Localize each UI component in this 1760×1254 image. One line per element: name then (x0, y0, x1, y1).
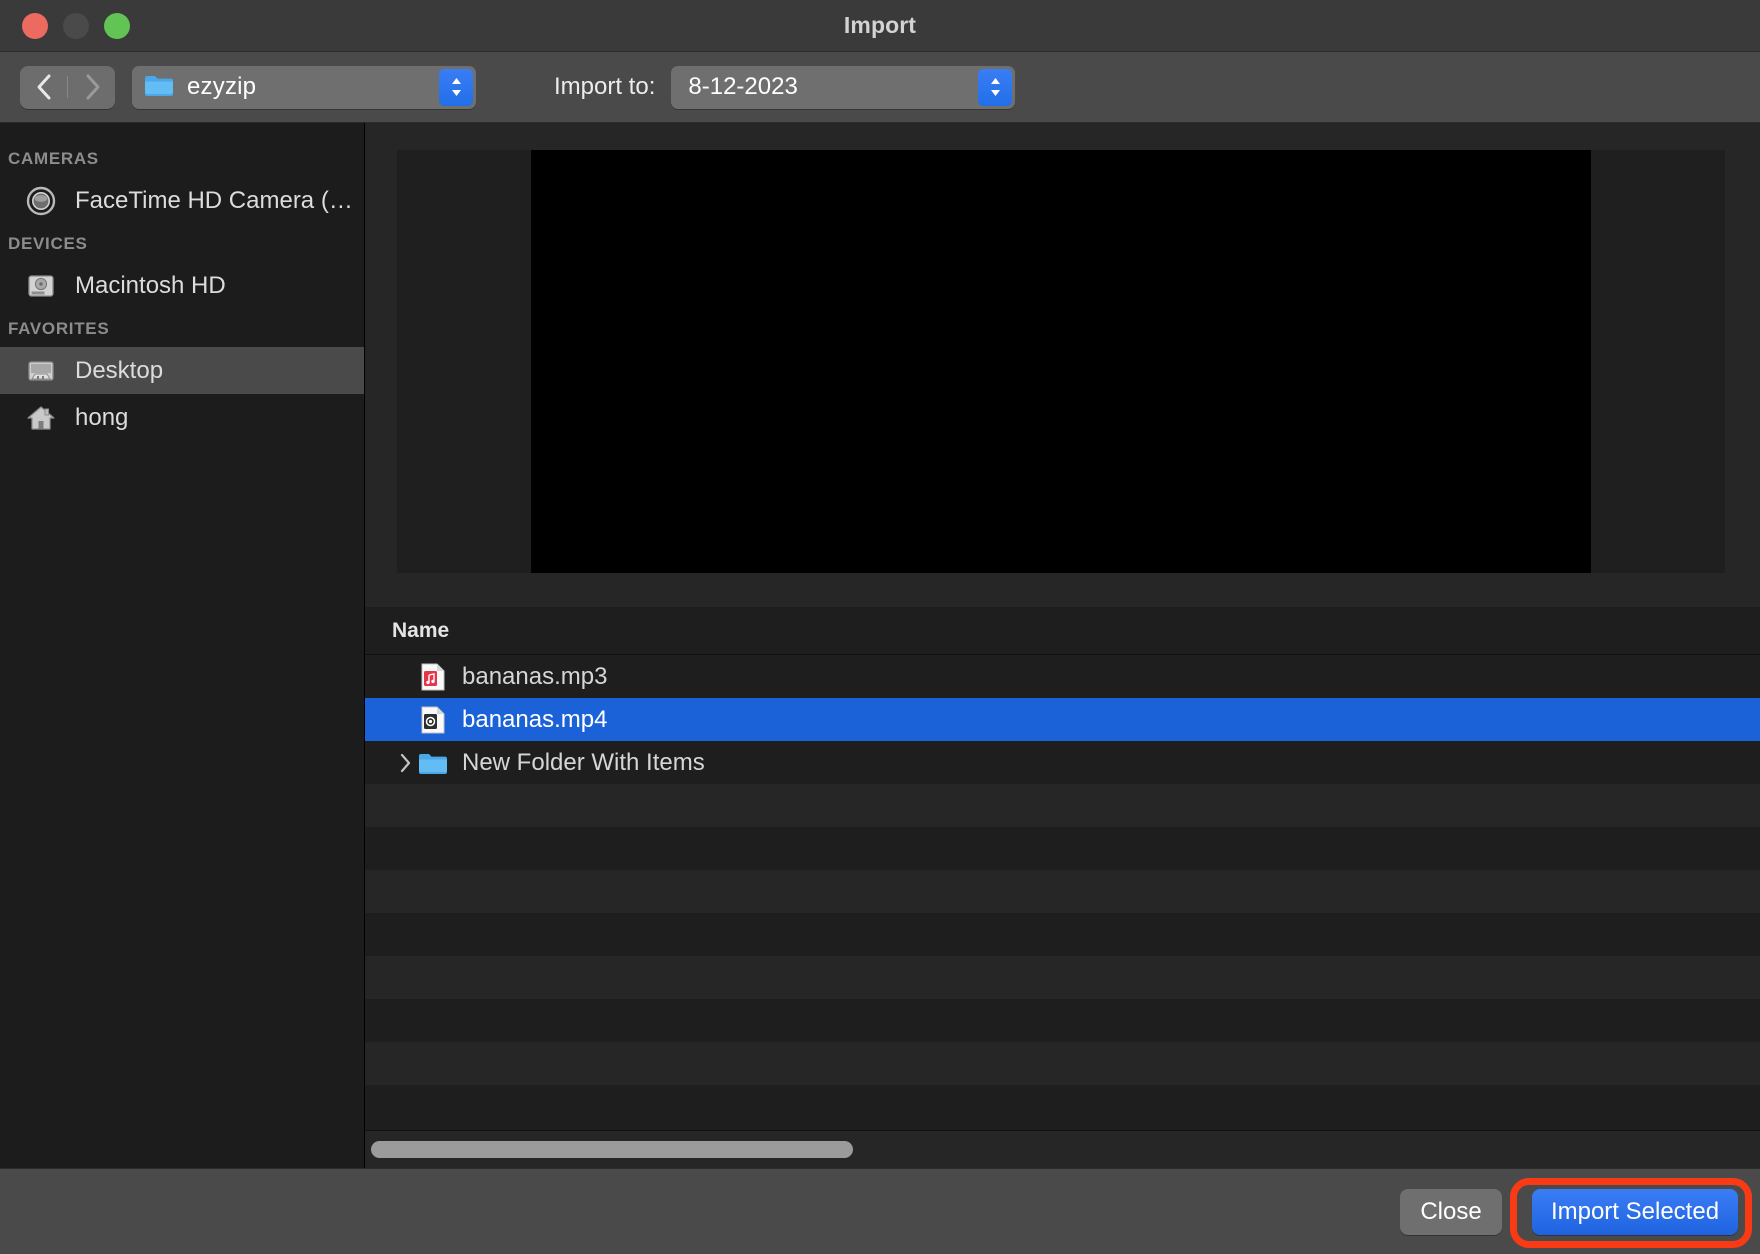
table-row[interactable]: bananas.mp4 (365, 698, 1760, 741)
zoom-window-button[interactable] (104, 13, 130, 39)
horizontal-scrollbar[interactable] (365, 1130, 1760, 1168)
import-destination-value: 8-12-2023 (688, 73, 797, 101)
horizontal-scrollbar-thumb[interactable] (371, 1141, 853, 1158)
import-dialog-window: Import ezyzip (0, 0, 1760, 1254)
hard-drive-icon (24, 271, 58, 301)
chevron-right-icon (398, 752, 412, 774)
navigation-segmented-control[interactable] (20, 66, 115, 109)
empty-row[interactable] (365, 1042, 1760, 1085)
file-name: bananas.mp3 (462, 663, 607, 691)
folder-icon (144, 73, 174, 102)
preview-letterbox (397, 150, 1725, 573)
close-button[interactable]: Close (1400, 1189, 1502, 1235)
toolbar: ezyzip Import to: 8-12-2023 (0, 52, 1760, 123)
desktop-icon (24, 356, 58, 386)
preview-list-spacer (365, 583, 1760, 607)
import-to-label: Import to: (554, 73, 655, 101)
table-row[interactable]: New Folder With Items (365, 741, 1760, 784)
sidebar-item-label: Desktop (75, 357, 163, 385)
folder-icon (418, 751, 448, 775)
video-file-icon (418, 705, 448, 735)
back-button[interactable] (20, 66, 67, 109)
sidebar-item-label: FaceTime HD Camera (Bu... (75, 187, 364, 215)
sidebar: CAMERAS FaceTime HD Camera (Bu... DEVICE… (0, 123, 365, 1168)
sidebar-item-facetime-camera[interactable]: FaceTime HD Camera (Bu... (0, 177, 364, 224)
video-preview-frame[interactable] (531, 150, 1591, 573)
audio-file-icon (418, 662, 448, 692)
main-panel: Name bananas.mp3 (365, 123, 1760, 1168)
sidebar-section-header-cameras: CAMERAS (0, 139, 364, 177)
sidebar-item-hong[interactable]: hong (0, 394, 364, 441)
file-name: bananas.mp4 (462, 706, 607, 734)
preview-area (365, 123, 1760, 583)
close-window-button[interactable] (22, 13, 48, 39)
chevron-right-icon (83, 73, 101, 101)
sidebar-item-label: Macintosh HD (75, 272, 226, 300)
empty-row[interactable] (365, 956, 1760, 999)
import-destination-stepper[interactable] (978, 69, 1012, 106)
sidebar-item-label: hong (75, 404, 128, 432)
empty-row[interactable] (365, 827, 1760, 870)
dialog-body: CAMERAS FaceTime HD Camera (Bu... DEVICE… (0, 123, 1760, 1168)
sidebar-section-header-favorites: FAVORITES (0, 309, 364, 347)
camera-icon (24, 186, 58, 216)
sidebar-section-header-devices: DEVICES (0, 224, 364, 262)
sidebar-item-macintosh-hd[interactable]: Macintosh HD (0, 262, 364, 309)
path-popup-button[interactable]: ezyzip (132, 66, 476, 109)
minimize-window-button[interactable] (63, 13, 89, 39)
table-row[interactable]: bananas.mp3 (365, 655, 1760, 698)
home-icon (24, 403, 58, 433)
path-popup-value: ezyzip (187, 73, 256, 101)
title-bar: Import (0, 0, 1760, 52)
window-title: Import (0, 0, 1760, 51)
disclosure-triangle[interactable] (392, 752, 418, 774)
import-destination-popup[interactable]: 8-12-2023 (671, 66, 1015, 109)
empty-row[interactable] (365, 870, 1760, 913)
sidebar-item-desktop[interactable]: Desktop (0, 347, 364, 394)
empty-row[interactable] (365, 784, 1760, 827)
file-list-header: Name (365, 607, 1760, 655)
dialog-footer: Close Import Selected (0, 1168, 1760, 1254)
empty-row[interactable] (365, 913, 1760, 956)
forward-button[interactable] (68, 66, 115, 109)
annotation-highlight-ring (1510, 1178, 1752, 1248)
empty-row[interactable] (365, 999, 1760, 1042)
up-down-chevron-icon (988, 75, 1003, 99)
traffic-light-buttons (0, 13, 130, 39)
folder-name: New Folder With Items (462, 749, 705, 777)
chevron-left-icon (35, 73, 53, 101)
up-down-chevron-icon (449, 75, 464, 99)
file-list: bananas.mp3 bananas.mp4 (365, 655, 1760, 1168)
column-header-name[interactable]: Name (392, 619, 449, 643)
path-popup-stepper[interactable] (439, 69, 473, 106)
